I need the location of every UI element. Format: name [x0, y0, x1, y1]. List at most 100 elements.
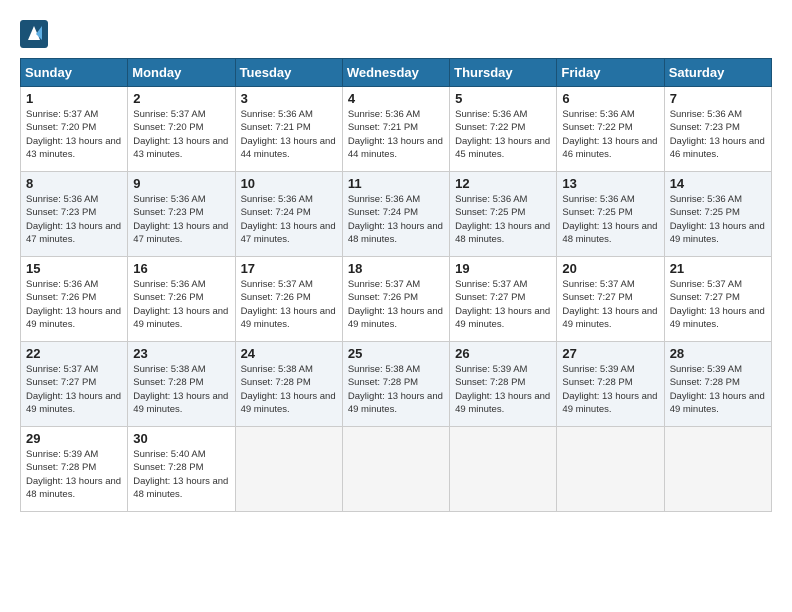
day-info: Sunrise: 5:37 AMSunset: 7:27 PMDaylight:…: [26, 364, 121, 415]
weekday-header-saturday: Saturday: [664, 59, 771, 87]
day-info: Sunrise: 5:36 AMSunset: 7:25 PMDaylight:…: [670, 194, 765, 245]
calendar-cell: 5 Sunrise: 5:36 AMSunset: 7:22 PMDayligh…: [450, 87, 557, 172]
day-number: 4: [348, 91, 444, 106]
day-number: 20: [562, 261, 658, 276]
day-info: Sunrise: 5:39 AMSunset: 7:28 PMDaylight:…: [562, 364, 657, 415]
weekday-header-wednesday: Wednesday: [342, 59, 449, 87]
calendar-week-row: 15 Sunrise: 5:36 AMSunset: 7:26 PMDaylig…: [21, 257, 772, 342]
calendar-cell: 30 Sunrise: 5:40 AMSunset: 7:28 PMDaylig…: [128, 427, 235, 512]
day-info: Sunrise: 5:36 AMSunset: 7:25 PMDaylight:…: [562, 194, 657, 245]
day-info: Sunrise: 5:38 AMSunset: 7:28 PMDaylight:…: [241, 364, 336, 415]
day-number: 8: [26, 176, 122, 191]
day-info: Sunrise: 5:37 AMSunset: 7:27 PMDaylight:…: [562, 279, 657, 330]
day-info: Sunrise: 5:39 AMSunset: 7:28 PMDaylight:…: [670, 364, 765, 415]
calendar-cell: 17 Sunrise: 5:37 AMSunset: 7:26 PMDaylig…: [235, 257, 342, 342]
logo: [20, 20, 52, 48]
calendar-cell: 11 Sunrise: 5:36 AMSunset: 7:24 PMDaylig…: [342, 172, 449, 257]
day-number: 3: [241, 91, 337, 106]
weekday-header-row: SundayMondayTuesdayWednesdayThursdayFrid…: [21, 59, 772, 87]
day-number: 10: [241, 176, 337, 191]
day-info: Sunrise: 5:37 AMSunset: 7:27 PMDaylight:…: [670, 279, 765, 330]
day-info: Sunrise: 5:36 AMSunset: 7:23 PMDaylight:…: [133, 194, 228, 245]
day-number: 26: [455, 346, 551, 361]
weekday-header-sunday: Sunday: [21, 59, 128, 87]
day-number: 22: [26, 346, 122, 361]
day-number: 16: [133, 261, 229, 276]
calendar-cell: 22 Sunrise: 5:37 AMSunset: 7:27 PMDaylig…: [21, 342, 128, 427]
day-info: Sunrise: 5:38 AMSunset: 7:28 PMDaylight:…: [348, 364, 443, 415]
calendar-cell: 27 Sunrise: 5:39 AMSunset: 7:28 PMDaylig…: [557, 342, 664, 427]
calendar-cell: 9 Sunrise: 5:36 AMSunset: 7:23 PMDayligh…: [128, 172, 235, 257]
day-info: Sunrise: 5:37 AMSunset: 7:20 PMDaylight:…: [133, 109, 228, 160]
calendar-cell: 6 Sunrise: 5:36 AMSunset: 7:22 PMDayligh…: [557, 87, 664, 172]
calendar-week-row: 8 Sunrise: 5:36 AMSunset: 7:23 PMDayligh…: [21, 172, 772, 257]
calendar-cell: 4 Sunrise: 5:36 AMSunset: 7:21 PMDayligh…: [342, 87, 449, 172]
calendar-cell: 26 Sunrise: 5:39 AMSunset: 7:28 PMDaylig…: [450, 342, 557, 427]
day-info: Sunrise: 5:36 AMSunset: 7:24 PMDaylight:…: [348, 194, 443, 245]
day-number: 15: [26, 261, 122, 276]
day-number: 17: [241, 261, 337, 276]
day-number: 21: [670, 261, 766, 276]
calendar-cell: 19 Sunrise: 5:37 AMSunset: 7:27 PMDaylig…: [450, 257, 557, 342]
day-info: Sunrise: 5:36 AMSunset: 7:26 PMDaylight:…: [26, 279, 121, 330]
calendar-cell: 3 Sunrise: 5:36 AMSunset: 7:21 PMDayligh…: [235, 87, 342, 172]
calendar-cell: 13 Sunrise: 5:36 AMSunset: 7:25 PMDaylig…: [557, 172, 664, 257]
day-info: Sunrise: 5:39 AMSunset: 7:28 PMDaylight:…: [455, 364, 550, 415]
day-number: 23: [133, 346, 229, 361]
day-info: Sunrise: 5:36 AMSunset: 7:25 PMDaylight:…: [455, 194, 550, 245]
day-info: Sunrise: 5:36 AMSunset: 7:26 PMDaylight:…: [133, 279, 228, 330]
calendar-cell: 29 Sunrise: 5:39 AMSunset: 7:28 PMDaylig…: [21, 427, 128, 512]
calendar-cell: 1 Sunrise: 5:37 AMSunset: 7:20 PMDayligh…: [21, 87, 128, 172]
day-info: Sunrise: 5:36 AMSunset: 7:23 PMDaylight:…: [26, 194, 121, 245]
day-number: 18: [348, 261, 444, 276]
day-info: Sunrise: 5:37 AMSunset: 7:20 PMDaylight:…: [26, 109, 121, 160]
day-info: Sunrise: 5:36 AMSunset: 7:23 PMDaylight:…: [670, 109, 765, 160]
calendar-cell: 21 Sunrise: 5:37 AMSunset: 7:27 PMDaylig…: [664, 257, 771, 342]
day-number: 6: [562, 91, 658, 106]
day-info: Sunrise: 5:40 AMSunset: 7:28 PMDaylight:…: [133, 449, 228, 500]
calendar-cell: 20 Sunrise: 5:37 AMSunset: 7:27 PMDaylig…: [557, 257, 664, 342]
weekday-header-tuesday: Tuesday: [235, 59, 342, 87]
day-info: Sunrise: 5:36 AMSunset: 7:22 PMDaylight:…: [455, 109, 550, 160]
day-number: 29: [26, 431, 122, 446]
calendar-cell: 16 Sunrise: 5:36 AMSunset: 7:26 PMDaylig…: [128, 257, 235, 342]
day-info: Sunrise: 5:36 AMSunset: 7:21 PMDaylight:…: [241, 109, 336, 160]
calendar-cell: 8 Sunrise: 5:36 AMSunset: 7:23 PMDayligh…: [21, 172, 128, 257]
weekday-header-thursday: Thursday: [450, 59, 557, 87]
day-info: Sunrise: 5:37 AMSunset: 7:26 PMDaylight:…: [241, 279, 336, 330]
day-number: 11: [348, 176, 444, 191]
day-number: 7: [670, 91, 766, 106]
calendar-cell: [557, 427, 664, 512]
calendar-week-row: 29 Sunrise: 5:39 AMSunset: 7:28 PMDaylig…: [21, 427, 772, 512]
calendar-cell: 14 Sunrise: 5:36 AMSunset: 7:25 PMDaylig…: [664, 172, 771, 257]
day-number: 28: [670, 346, 766, 361]
day-info: Sunrise: 5:36 AMSunset: 7:21 PMDaylight:…: [348, 109, 443, 160]
day-info: Sunrise: 5:38 AMSunset: 7:28 PMDaylight:…: [133, 364, 228, 415]
calendar-cell: 10 Sunrise: 5:36 AMSunset: 7:24 PMDaylig…: [235, 172, 342, 257]
day-number: 25: [348, 346, 444, 361]
day-number: 13: [562, 176, 658, 191]
calendar-cell: 15 Sunrise: 5:36 AMSunset: 7:26 PMDaylig…: [21, 257, 128, 342]
day-number: 24: [241, 346, 337, 361]
logo-icon: [20, 20, 48, 48]
calendar-cell: 7 Sunrise: 5:36 AMSunset: 7:23 PMDayligh…: [664, 87, 771, 172]
day-info: Sunrise: 5:37 AMSunset: 7:27 PMDaylight:…: [455, 279, 550, 330]
day-number: 12: [455, 176, 551, 191]
day-info: Sunrise: 5:39 AMSunset: 7:28 PMDaylight:…: [26, 449, 121, 500]
calendar-cell: [342, 427, 449, 512]
calendar-week-row: 22 Sunrise: 5:37 AMSunset: 7:27 PMDaylig…: [21, 342, 772, 427]
day-number: 30: [133, 431, 229, 446]
day-number: 19: [455, 261, 551, 276]
calendar-cell: [664, 427, 771, 512]
calendar-table: SundayMondayTuesdayWednesdayThursdayFrid…: [20, 58, 772, 512]
calendar-cell: [450, 427, 557, 512]
calendar-cell: 2 Sunrise: 5:37 AMSunset: 7:20 PMDayligh…: [128, 87, 235, 172]
day-number: 9: [133, 176, 229, 191]
calendar-cell: 23 Sunrise: 5:38 AMSunset: 7:28 PMDaylig…: [128, 342, 235, 427]
calendar-cell: 12 Sunrise: 5:36 AMSunset: 7:25 PMDaylig…: [450, 172, 557, 257]
calendar-cell: 24 Sunrise: 5:38 AMSunset: 7:28 PMDaylig…: [235, 342, 342, 427]
day-number: 5: [455, 91, 551, 106]
weekday-header-monday: Monday: [128, 59, 235, 87]
calendar-cell: 18 Sunrise: 5:37 AMSunset: 7:26 PMDaylig…: [342, 257, 449, 342]
day-info: Sunrise: 5:36 AMSunset: 7:22 PMDaylight:…: [562, 109, 657, 160]
